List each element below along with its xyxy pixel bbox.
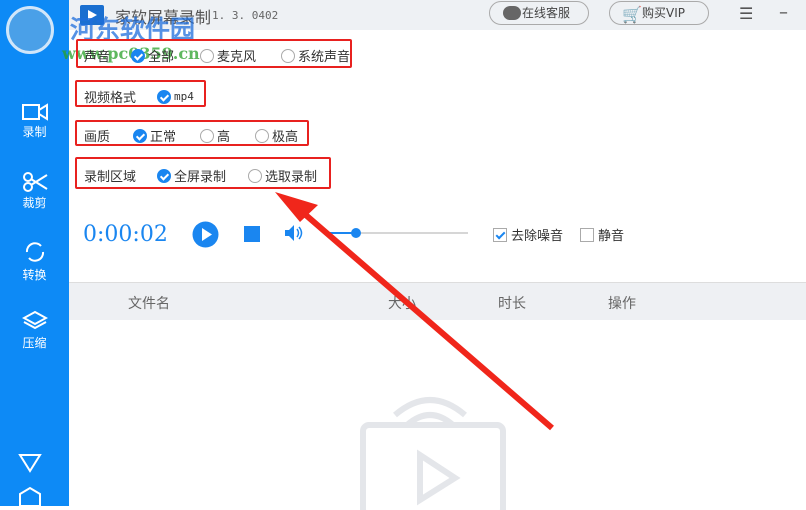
- volume-slider[interactable]: [328, 228, 468, 238]
- vip-diamond-icon[interactable]: [17, 453, 43, 473]
- layers-icon: [21, 310, 48, 330]
- sidebar-item-crop[interactable]: 裁剪: [0, 172, 69, 211]
- sidebar-item-compress[interactable]: 压缩: [0, 310, 69, 351]
- video-camera-icon: [21, 103, 48, 121]
- radio-fullscreen[interactable]: [157, 168, 171, 183]
- radio-all[interactable]: [131, 48, 145, 63]
- column-actions: 操作: [608, 296, 636, 312]
- empty-video-icon: [360, 397, 506, 510]
- play-button[interactable]: [192, 221, 219, 248]
- radio-system[interactable]: [281, 48, 295, 63]
- sidebar-item-convert[interactable]: 转换: [0, 240, 69, 283]
- app-version: 1. 3. 0402: [212, 9, 279, 22]
- record-timer: 0:00:02: [83, 222, 168, 247]
- sidebar-item-label: 裁剪: [22, 196, 47, 210]
- app-logo: [6, 6, 54, 54]
- quality-setting: 画质 正常 高 极高: [84, 128, 299, 145]
- sidebar: 录制 裁剪 转换 压缩: [0, 0, 69, 506]
- sidebar-item-label: 录制: [22, 125, 47, 139]
- radio-mp4[interactable]: [157, 89, 171, 104]
- column-filename: 文件名: [128, 296, 170, 312]
- radio-region[interactable]: [248, 168, 262, 183]
- sound-setting: 声音 全部 麦克风 系统声音: [84, 48, 351, 65]
- file-table-header: 文件名 大小 时长 操作: [69, 282, 806, 320]
- volume-icon[interactable]: [284, 224, 304, 242]
- format-setting: 视频格式 mp4: [84, 89, 194, 106]
- volume-slider-handle[interactable]: [351, 228, 361, 238]
- convert-icon: [25, 242, 44, 262]
- gift-icon[interactable]: [17, 486, 43, 506]
- denoise-checkbox[interactable]: 去除噪音: [493, 225, 563, 244]
- sidebar-item-label: 压缩: [22, 336, 47, 350]
- radio-ultra[interactable]: [255, 128, 269, 143]
- radio-mic[interactable]: [200, 48, 214, 63]
- sidebar-item-label: 转换: [22, 268, 47, 282]
- mute-checkbox[interactable]: 静音: [580, 225, 624, 244]
- sidebar-item-record[interactable]: 录制: [0, 103, 69, 140]
- scissors-icon: [22, 172, 48, 192]
- column-size: 大小: [388, 296, 416, 312]
- stop-button[interactable]: [244, 226, 260, 242]
- area-setting: 录制区域 全屏录制 选取录制: [84, 168, 318, 185]
- headset-icon: [503, 6, 521, 20]
- cart-icon: 🛒: [622, 5, 642, 24]
- menu-icon[interactable]: ☰: [739, 4, 753, 23]
- radio-high[interactable]: [200, 128, 214, 143]
- radio-normal[interactable]: [133, 128, 147, 143]
- minimize-icon[interactable]: –: [779, 2, 788, 23]
- column-duration: 时长: [498, 296, 526, 312]
